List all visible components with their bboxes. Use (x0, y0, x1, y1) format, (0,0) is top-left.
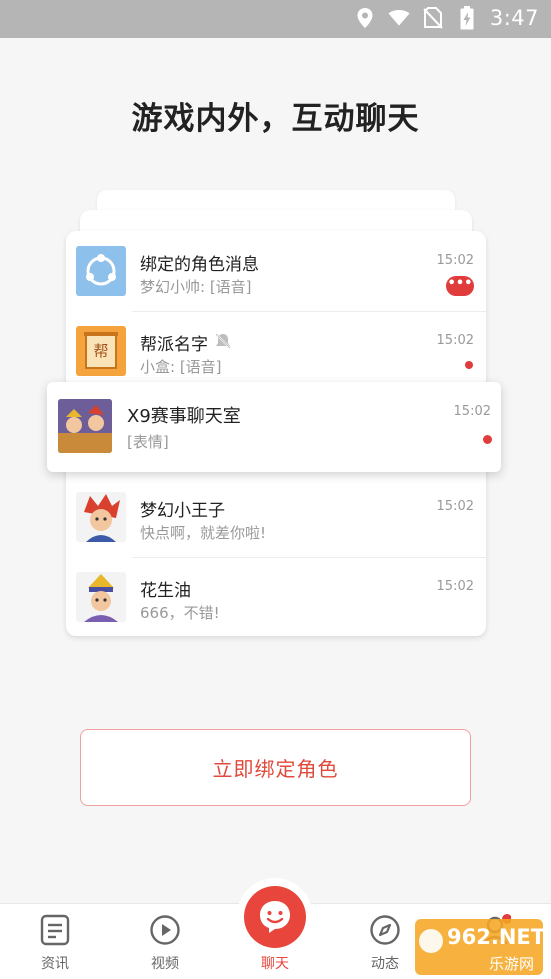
news-icon (39, 914, 71, 946)
no-sim-icon (422, 6, 444, 30)
watermark-logo: 962.NET 乐游网 (415, 905, 551, 979)
list-item[interactable]: 梦幻小王子 快点啊，就差你啦! 15:02 (66, 477, 486, 557)
mute-icon (214, 332, 232, 354)
bind-role-button[interactable]: 立即绑定角色 (80, 729, 471, 806)
battery-charging-icon (456, 6, 478, 30)
list-item[interactable]: 花生油 666，不错! 15:02 (66, 557, 486, 637)
list-item[interactable]: 帮 帮派名字 小盒: [语音] 15:02 (66, 311, 486, 391)
compass-icon (369, 914, 401, 946)
tab-label: 资讯 (41, 956, 69, 972)
page-title: 游戏内外，互动聊天 (131, 101, 420, 137)
watermark-brand: 962.NET (447, 925, 546, 949)
chat-time: 15:02 (436, 253, 474, 268)
list-item-highlighted[interactable]: X9赛事聊天室 [表情] 15:02 (47, 382, 501, 472)
chat-time: 15:02 (436, 333, 474, 348)
unread-dot (465, 361, 473, 369)
character-avatar (76, 492, 126, 542)
chat-title: 绑定的角色消息 (140, 255, 259, 275)
unread-badge: ••• (446, 276, 474, 296)
tab-news[interactable]: 资讯 (0, 904, 110, 979)
play-icon (149, 914, 181, 946)
divider (132, 311, 486, 312)
chat-title: 帮派名字 (140, 335, 208, 355)
chat-time: 15:02 (436, 579, 474, 594)
chat-title: X9赛事聊天室 (127, 406, 241, 427)
guild-avatar-glyph: 帮 (93, 342, 109, 360)
character-avatar (76, 572, 126, 622)
chat-smile-icon[interactable] (244, 886, 306, 948)
divider (132, 557, 486, 558)
chat-title: 花生油 (140, 581, 191, 601)
guild-avatar: 帮 (76, 326, 126, 376)
list-item[interactable]: 绑定的角色消息 梦幻小帅: [语音] 15:02 ••• (66, 231, 486, 311)
status-time: 3:47 (489, 6, 539, 30)
chat-time: 15:02 (436, 499, 474, 514)
watermark-sub: 乐游网 (489, 955, 535, 973)
tab-video[interactable]: 视频 (110, 904, 220, 979)
chat-title: 梦幻小王子 (140, 501, 225, 521)
chatroom-avatar (58, 399, 112, 453)
chat-preview: 小盒: [语音] (140, 358, 222, 376)
chat-preview: 666，不错! (140, 604, 220, 622)
chat-time: 15:02 (453, 404, 491, 419)
location-icon (354, 6, 376, 30)
chat-preview: [表情] (127, 433, 169, 451)
tab-label: 视频 (151, 956, 179, 972)
status-bar: 3:47 (0, 0, 551, 38)
wifi-icon (388, 6, 410, 30)
unread-dot (483, 435, 492, 444)
chat-preview: 梦幻小帅: [语音] (140, 278, 252, 296)
chat-preview: 快点啊，就差你啦! (140, 524, 267, 542)
share-icon (76, 246, 126, 296)
tab-label: 聊天 (261, 956, 289, 972)
